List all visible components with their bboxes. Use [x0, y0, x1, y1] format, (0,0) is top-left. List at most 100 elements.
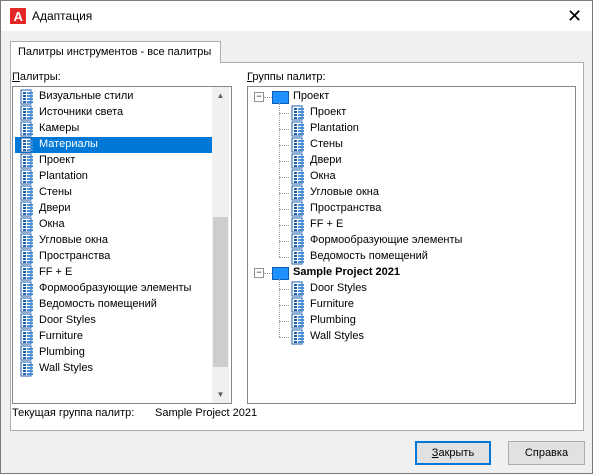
palette-item-label: Двери	[39, 202, 71, 214]
tree-palette-label: Door Styles	[310, 282, 367, 294]
scroll-thumb[interactable]	[213, 217, 228, 367]
palette-list-item[interactable]: Окна	[15, 217, 212, 233]
palette-item-label: Plantation	[39, 170, 88, 182]
palettes-scrollbar[interactable]: ▲ ▼	[212, 87, 229, 403]
dialog-window: A Адаптация ✕ Палитры инструментов - все…	[0, 0, 593, 474]
palettes-label-accel: П	[12, 71, 20, 83]
palette-list-item[interactable]: Furniture	[15, 329, 212, 345]
palette-list-item[interactable]: Угловые окна	[15, 233, 212, 249]
tree-group-label: Sample Project 2021	[293, 266, 401, 278]
tree-palette-label: Ведомость помещений	[310, 250, 428, 262]
palette-item-label: Материалы	[39, 138, 98, 150]
palette-groups-tree[interactable]: − Проект Проект Plantation Стены Двери Окна Угл…	[247, 86, 576, 404]
close-button[interactable]: Закрыть	[415, 441, 491, 465]
scroll-down-arrow-icon[interactable]: ▼	[212, 386, 229, 403]
tree-palette-label: Пространства	[310, 202, 382, 214]
tool-palette-icon	[291, 121, 304, 137]
tree-palette-label: Угловые окна	[310, 186, 379, 198]
palette-list-item[interactable]: FF + E	[15, 265, 212, 281]
tree-group-label: Проект	[293, 90, 330, 102]
palette-item-label: Камеры	[39, 122, 80, 134]
palette-list-item[interactable]: Камеры	[15, 121, 212, 137]
tree-palette-node[interactable]: Формообразующие элементы	[248, 233, 548, 249]
window-title: Адаптация	[32, 9, 93, 23]
autocad-logo-icon: A	[10, 8, 26, 24]
palette-list-item[interactable]: Материалы	[15, 137, 212, 153]
palette-list-item[interactable]: Проект	[15, 153, 212, 169]
palettes-label: Палитры:	[12, 71, 61, 83]
palette-item-label: Door Styles	[39, 314, 96, 326]
palette-item-label: Визуальные стили	[39, 90, 134, 102]
tree-palette-node[interactable]: Plumbing	[248, 313, 548, 329]
help-button[interactable]: Справка	[508, 441, 585, 465]
tool-palette-icon	[291, 137, 304, 153]
tool-palette-icon	[291, 329, 304, 345]
tree-palette-label: Двери	[310, 154, 342, 166]
palette-list-item[interactable]: Wall Styles	[15, 361, 212, 377]
tree-palette-node[interactable]: Угловые окна	[248, 185, 548, 201]
tree-group-node[interactable]: Sample Project 2021	[248, 265, 548, 281]
tool-palette-icon	[291, 185, 304, 201]
tool-palette-icon	[291, 153, 304, 169]
tab-all-palettes[interactable]: Палитры инструментов - все палитры	[10, 41, 221, 63]
tree-palette-node[interactable]: Furniture	[248, 297, 548, 313]
tool-palette-icon	[291, 313, 304, 329]
palette-item-label: Plumbing	[39, 346, 85, 358]
tool-palette-icon	[291, 201, 304, 217]
palette-list-item[interactable]: Пространства	[15, 249, 212, 265]
title-bar: A Адаптация ✕	[1, 1, 592, 31]
tree-palette-node[interactable]: Wall Styles	[248, 329, 548, 345]
tree-palette-node[interactable]: Door Styles	[248, 281, 548, 297]
tree-connector-line	[279, 103, 280, 257]
current-group-label: Текущая группа палитр:	[12, 407, 135, 419]
palette-list-item[interactable]: Ведомость помещений	[15, 297, 212, 313]
tree-group-node[interactable]: Проект	[248, 89, 548, 105]
palette-item-label: FF + E	[39, 266, 73, 278]
palette-item-label: Ведомость помещений	[39, 298, 157, 310]
tool-palette-icon	[20, 89, 33, 105]
tree-palette-label: Plumbing	[310, 314, 356, 326]
tool-palette-icon	[291, 233, 304, 249]
tree-palette-node[interactable]: Окна	[248, 169, 548, 185]
tree-palette-label: Формообразующие элементы	[310, 234, 463, 246]
palette-item-label: Wall Styles	[39, 362, 93, 374]
palette-item-label: Окна	[39, 218, 65, 230]
palette-list-item[interactable]: Plantation	[15, 169, 212, 185]
palette-list-item[interactable]: Plumbing	[15, 345, 212, 361]
tool-palette-icon	[291, 169, 304, 185]
palette-list-item[interactable]: Источники света	[15, 105, 212, 121]
tab-label: Палитры инструментов - все палитры	[18, 46, 212, 58]
tree-palette-node[interactable]: Проект	[248, 105, 548, 121]
tree-palette-node[interactable]: Пространства	[248, 201, 548, 217]
palette-list-item[interactable]: Door Styles	[15, 313, 212, 329]
scroll-up-arrow-icon[interactable]: ▲	[212, 87, 229, 104]
groups-label: Группы палитр:	[247, 71, 326, 83]
palette-list-item[interactable]: Визуальные стили	[15, 89, 212, 105]
palette-item-label: Формообразующие элементы	[39, 282, 192, 294]
tree-palette-node[interactable]: Ведомость помещений	[248, 249, 548, 265]
palette-list-item[interactable]: Стены	[15, 185, 212, 201]
palette-list-item[interactable]: Формообразующие элементы	[15, 281, 212, 297]
close-window-button[interactable]: ✕	[557, 1, 592, 31]
palette-item-label: Стены	[39, 186, 72, 198]
tree-palette-label: Furniture	[310, 298, 355, 310]
tree-palette-label: Wall Styles	[310, 330, 364, 342]
tool-palette-icon	[291, 105, 304, 121]
tree-palette-label: FF + E	[310, 218, 344, 230]
close-button-label: Закрыть	[431, 447, 475, 459]
palette-item-label: Источники света	[39, 106, 124, 118]
palette-list-item[interactable]: Двери	[15, 201, 212, 217]
tool-palette-icon	[19, 89, 35, 108]
tree-palette-label: Проект	[310, 106, 347, 118]
tree-connector-line	[279, 279, 280, 337]
tree-palette-node[interactable]: Двери	[248, 153, 548, 169]
tree-palette-node[interactable]: Стены	[248, 137, 548, 153]
palettes-listbox[interactable]: Wall Styles Plumbing Furniture Door Styles В…	[12, 86, 232, 404]
tree-palette-label: Plantation	[310, 122, 359, 134]
tool-palette-icon	[291, 249, 304, 265]
tree-palette-node[interactable]: FF + E	[248, 217, 548, 233]
tool-palette-icon	[291, 217, 304, 233]
palette-item-label: Пространства	[39, 250, 111, 262]
tree-palette-node[interactable]: Plantation	[248, 121, 548, 137]
palette-item-label: Furniture	[39, 330, 84, 342]
